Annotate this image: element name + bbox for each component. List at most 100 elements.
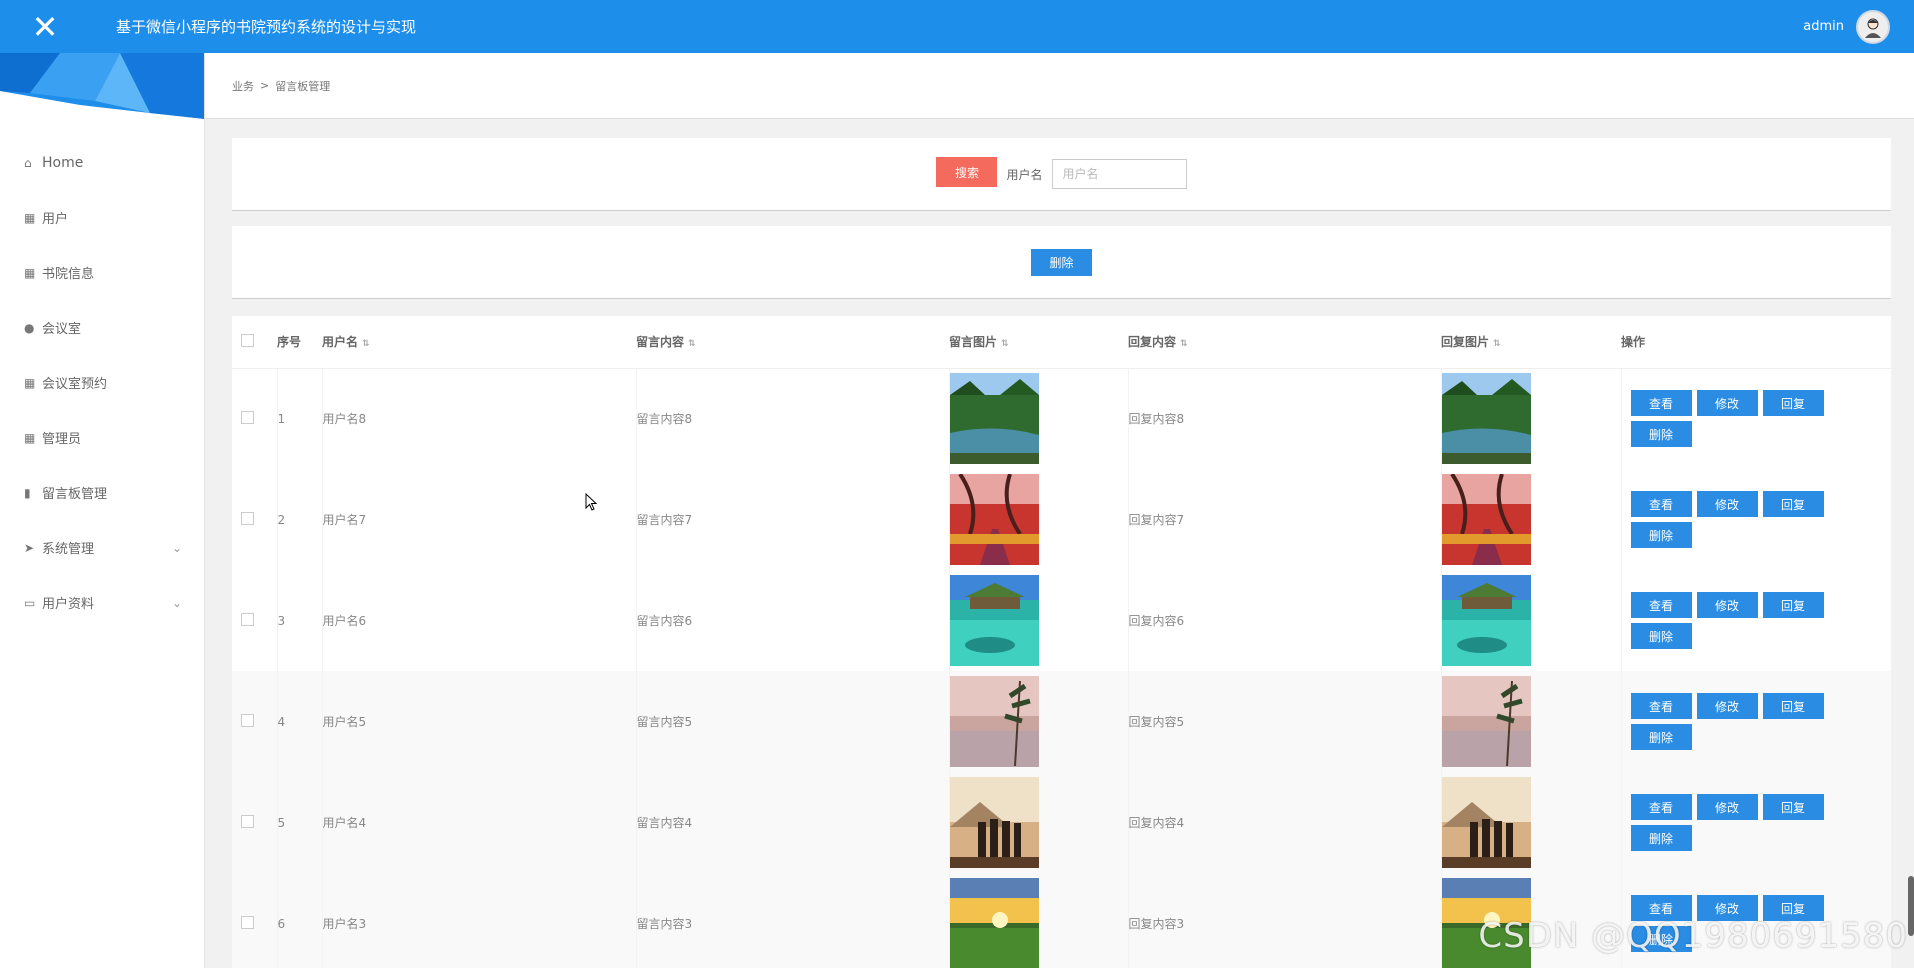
sidebar-item-label: 留言板管理: [42, 487, 108, 502]
username-search-input[interactable]: [1051, 159, 1187, 189]
delete-button[interactable]: 删除: [1630, 522, 1692, 548]
watermark: CSDN @QQ1980691580: [1478, 916, 1908, 956]
row-checkbox[interactable]: [241, 511, 254, 525]
sidebar-item-message-board[interactable]: ▮ 留言板管理: [0, 465, 204, 520]
sidebar-item-meeting-room[interactable]: ● 会议室: [0, 300, 204, 355]
sidebar-item-admin[interactable]: ▦ 管理员: [0, 410, 204, 465]
view-button[interactable]: 查看: [1630, 390, 1692, 417]
message-image[interactable]: [949, 373, 1039, 465]
cell-reply-image: [1441, 570, 1622, 671]
search-button[interactable]: 搜索: [936, 157, 998, 187]
cell-index: 5: [277, 772, 323, 873]
sort-icon[interactable]: ⇅: [1001, 339, 1009, 349]
sort-icon[interactable]: ⇅: [688, 339, 696, 349]
header-image[interactable]: 留言图片 ⇅: [949, 316, 1128, 369]
delete-button[interactable]: 删除: [1630, 724, 1692, 750]
breadcrumb-parent[interactable]: 业务: [232, 78, 254, 94]
reply-image[interactable]: [1441, 676, 1531, 767]
delete-button[interactable]: 删除: [1630, 825, 1692, 851]
home-icon: ⌂: [24, 155, 32, 170]
sort-icon[interactable]: ⇅: [1180, 339, 1188, 349]
sidebar-item-user-profile[interactable]: ▭ 用户资料 ⌄: [0, 575, 204, 630]
edit-button[interactable]: 修改: [1696, 592, 1758, 618]
edit-button[interactable]: 修改: [1696, 390, 1758, 417]
sidebar-item-system[interactable]: ➤ 系统管理 ⌄: [0, 520, 204, 575]
sidebar-banner: [0, 53, 204, 121]
sort-icon[interactable]: ⇅: [1493, 339, 1501, 349]
cell-username: 用户名6: [322, 570, 637, 671]
top-bar: ✕ 基于微信小程序的书院预约系统的设计与实现 admin: [0, 0, 1914, 53]
message-image[interactable]: [949, 676, 1039, 767]
cell-content: 留言内容7: [636, 469, 950, 570]
cell-content: 留言内容8: [636, 368, 950, 469]
sidebar-item-users[interactable]: ▦ 用户: [0, 190, 204, 245]
reply-button[interactable]: 回复: [1762, 794, 1824, 820]
delete-button[interactable]: 删除: [1630, 623, 1692, 649]
row-checkbox[interactable]: [241, 915, 254, 929]
reply-image[interactable]: [1441, 373, 1531, 465]
header-reply-image[interactable]: 回复图片 ⇅: [1441, 316, 1621, 369]
username: admin: [1803, 19, 1844, 34]
sidebar-item-label: 会议室预约: [42, 377, 108, 392]
sidebar-item-label: Home: [42, 154, 84, 171]
message-image[interactable]: [949, 474, 1039, 565]
reply-image[interactable]: [1441, 474, 1531, 565]
user-menu[interactable]: admin: [1803, 0, 1890, 53]
edit-button[interactable]: 修改: [1696, 794, 1758, 820]
sidebar-item-home[interactable]: ⌂ Home: [0, 135, 204, 190]
message-table: 序号 用户名 ⇅ 留言内容 ⇅ 留言图片 ⇅ 回复内容 ⇅ 回复图片 ⇅ 操作 1 用户名8…: [232, 316, 1891, 968]
grid-icon: ▦: [24, 265, 36, 280]
sidebar-menu: ⌂ Home ▦ 用户 ▦ 书院信息 ● 会议室 ▦ 会议室预约 ▦ 管理员 ▮…: [0, 135, 204, 630]
cell-image: [949, 570, 1129, 671]
close-icon[interactable]: ✕: [0, 0, 90, 53]
row-checkbox[interactable]: [241, 713, 254, 727]
select-all-checkbox[interactable]: [241, 333, 254, 347]
cell-index: 3: [277, 570, 323, 671]
view-button[interactable]: 查看: [1630, 693, 1692, 719]
view-button[interactable]: 查看: [1630, 592, 1692, 618]
mouse-cursor-icon: [585, 493, 597, 511]
sidebar-item-label: 会议室: [42, 322, 82, 337]
message-image[interactable]: [949, 575, 1039, 666]
header-content[interactable]: 留言内容 ⇅: [636, 316, 949, 369]
table-row: 3 用户名6 留言内容6 回复内容6 查看 修改 回复 删除: [232, 570, 1891, 671]
row-checkbox[interactable]: [241, 410, 254, 424]
header-ops: 操作: [1621, 316, 1891, 369]
reply-image[interactable]: [1441, 777, 1531, 868]
header-reply[interactable]: 回复内容 ⇅: [1128, 316, 1441, 369]
message-image[interactable]: [949, 777, 1039, 868]
cell-reply-image: [1441, 772, 1622, 873]
action-panel: 删除: [232, 226, 1891, 299]
card-icon: ▭: [24, 595, 36, 610]
bulk-delete-button[interactable]: 删除: [1031, 248, 1092, 276]
header-username[interactable]: 用户名 ⇅: [322, 316, 636, 369]
cell-reply-image: [1441, 671, 1622, 772]
delete-button[interactable]: 删除: [1630, 421, 1692, 448]
sidebar-item-label: 管理员: [42, 432, 82, 447]
sidebar: ⌂ Home ▦ 用户 ▦ 书院信息 ● 会议室 ▦ 会议室预约 ▦ 管理员 ▮…: [0, 53, 205, 968]
cell-image: [949, 671, 1129, 772]
row-checkbox[interactable]: [241, 612, 254, 626]
sidebar-item-room-booking[interactable]: ▦ 会议室预约: [0, 355, 204, 410]
cell-reply: 回复内容3: [1128, 873, 1442, 968]
reply-button[interactable]: 回复: [1762, 693, 1824, 719]
edit-button[interactable]: 修改: [1696, 693, 1758, 719]
view-button[interactable]: 查看: [1630, 491, 1692, 517]
edit-button[interactable]: 修改: [1696, 491, 1758, 517]
cell-image: [949, 368, 1129, 469]
reply-button[interactable]: 回复: [1762, 491, 1824, 517]
reply-button[interactable]: 回复: [1762, 592, 1824, 618]
cell-index: 1: [277, 368, 323, 469]
main-content: 业务 > 留言板管理 搜索 用户名 删除 序号 用户名⇅ 留言内容⇅ 留言图片⇅: [205, 53, 1914, 968]
avatar[interactable]: [1856, 9, 1890, 44]
scrollbar[interactable]: [1908, 876, 1914, 936]
sidebar-item-academy-info[interactable]: ▦ 书院信息: [0, 245, 204, 300]
sort-icon[interactable]: ⇅: [362, 339, 370, 349]
reply-image[interactable]: [1441, 575, 1531, 666]
cell-reply: 回复内容5: [1128, 671, 1442, 772]
view-button[interactable]: 查看: [1630, 794, 1692, 820]
row-checkbox[interactable]: [241, 814, 254, 828]
reply-button[interactable]: 回复: [1762, 390, 1824, 417]
pin-icon: ●: [24, 320, 35, 335]
message-image[interactable]: [949, 878, 1039, 968]
